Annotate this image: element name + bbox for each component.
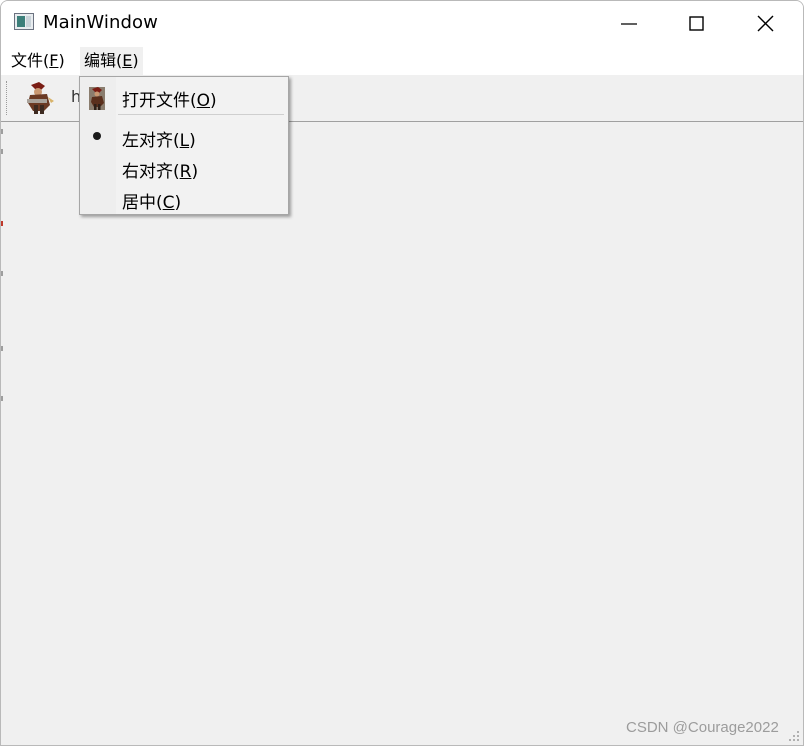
radio-checked-icon: [93, 132, 101, 140]
menu-item-align-right-label: 右对齐(R): [122, 162, 199, 182]
minimize-button[interactable]: [595, 1, 663, 45]
character-picture-icon: [23, 81, 55, 115]
menu-item-align-left[interactable]: 左对齐(L): [80, 121, 288, 151]
close-button[interactable]: [732, 1, 800, 45]
maximize-icon: [689, 16, 704, 31]
menu-item-open-file[interactable]: 打开文件(O): [80, 81, 288, 111]
menu-item-align-left-label: 左对齐(L): [122, 131, 196, 151]
left-edge-marks: [1, 121, 4, 421]
main-window: MainWindow 文件(F) 编辑(E) h 打开文件(O) 左对齐(L) …: [0, 0, 804, 746]
window-title: MainWindow: [43, 12, 158, 33]
maximize-button[interactable]: [663, 1, 731, 45]
menu-file-suffix: ): [58, 51, 65, 70]
menu-edit[interactable]: 编辑(E): [80, 47, 143, 75]
character-picture-icon: [89, 87, 105, 110]
menu-separator: [118, 114, 284, 115]
close-icon: [757, 15, 774, 32]
menu-edit-suffix: ): [132, 51, 139, 70]
title-bar[interactable]: MainWindow: [1, 1, 803, 45]
open-file-toolbar-button[interactable]: [23, 81, 55, 115]
menu-file[interactable]: 文件(F): [7, 47, 69, 75]
app-window-icon: [14, 13, 34, 30]
minimize-icon: [621, 23, 637, 25]
menu-bar: 文件(F) 编辑(E): [1, 45, 803, 75]
menu-item-center[interactable]: 居中(C): [80, 183, 288, 213]
menu-item-center-label: 居中(C): [122, 193, 182, 213]
menu-item-align-right[interactable]: 右对齐(R): [80, 152, 288, 182]
edit-dropdown-menu: 打开文件(O) 左对齐(L) 右对齐(R) 居中(C): [79, 76, 289, 215]
toolbar-grip-handle[interactable]: [6, 81, 10, 115]
menu-file-label: 文件(: [11, 51, 50, 70]
menu-item-open-file-label: 打开文件(O): [122, 91, 217, 111]
menu-edit-mnemonic: E: [122, 51, 133, 70]
watermark-text: CSDN @Courage2022: [626, 719, 779, 736]
resize-grip-icon[interactable]: [787, 729, 801, 743]
menu-edit-label: 编辑(: [84, 51, 123, 70]
